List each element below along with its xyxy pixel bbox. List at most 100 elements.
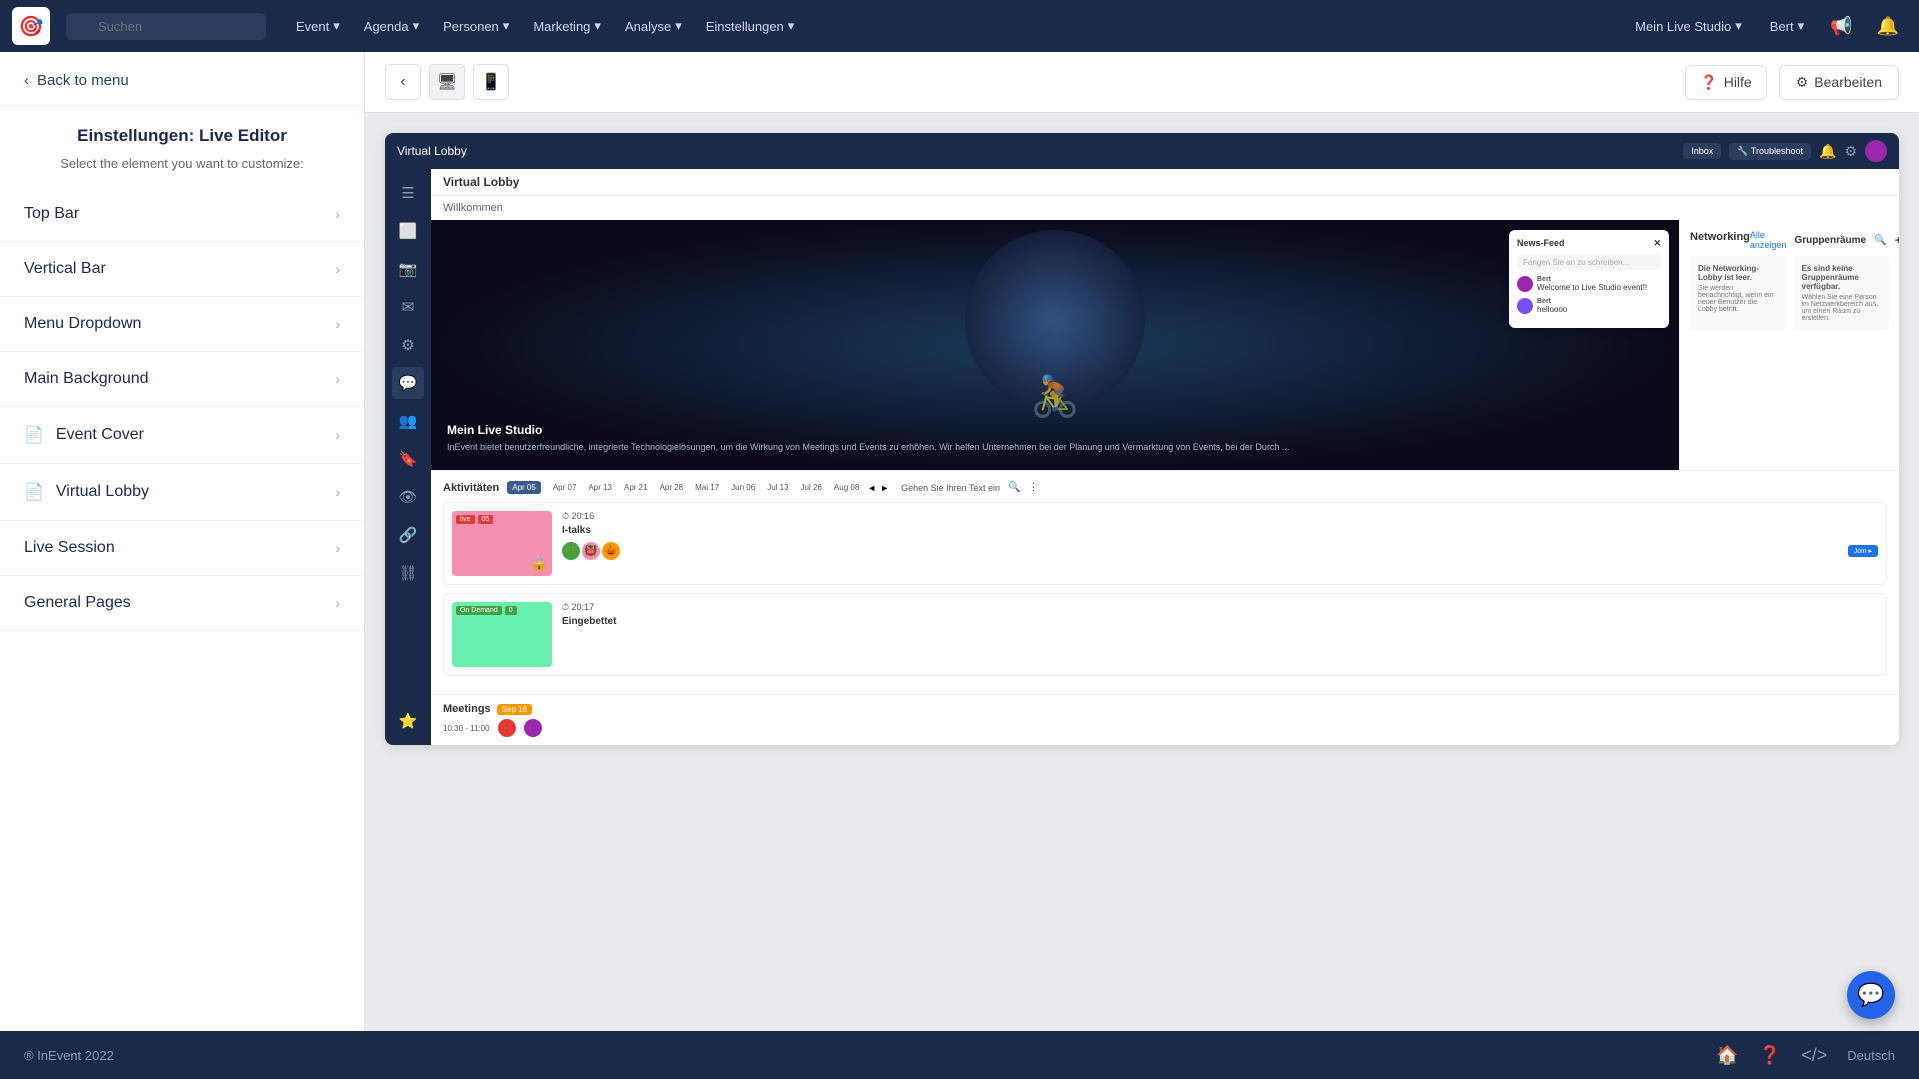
date-tab-jun06[interactable]: Jun 06 bbox=[727, 481, 759, 494]
date-tab-mai17[interactable]: Mai 17 bbox=[691, 481, 723, 494]
search-input[interactable] bbox=[66, 13, 266, 40]
frame-event-desc: InEvent bietet benutzerfreundliche, inte… bbox=[447, 441, 1663, 454]
troubleshoot-btn[interactable]: 🔧 Troubleshoot bbox=[1729, 143, 1811, 160]
home-icon[interactable]: 🏠 bbox=[1716, 1045, 1738, 1066]
sidebar-item-live-session[interactable]: Live Session › bbox=[0, 521, 364, 576]
silhouette-icon: 🚴 bbox=[1030, 373, 1080, 420]
question-icon[interactable]: ❓ bbox=[1759, 1045, 1781, 1066]
main-background-label: Main Background bbox=[24, 370, 149, 388]
frame-star-icon[interactable]: ⭐ bbox=[392, 705, 424, 737]
nav-item-studio[interactable]: Mein Live Studio ▾ bbox=[1625, 12, 1752, 40]
date-tab-apr07[interactable]: Apr 07 bbox=[549, 481, 581, 494]
inbox-btn[interactable]: Inbox bbox=[1683, 143, 1721, 159]
activity-time-1: ⏱ 20:16 bbox=[562, 511, 1878, 522]
nav-item-einstellungen[interactable]: Einstellungen ▾ bbox=[696, 12, 805, 40]
search-wrapper: 🔍 bbox=[66, 13, 266, 40]
chevron-down-icon: ▾ bbox=[1735, 18, 1742, 34]
newsfeed-close-icon[interactable]: ✕ bbox=[1653, 238, 1661, 249]
bottom-bar: ® InEvent 2022 🏠 ❓ </> Deutsch bbox=[0, 1031, 1919, 1079]
chevron-right-icon: › bbox=[335, 540, 340, 556]
newsfeed-title: News-Feed bbox=[1517, 238, 1565, 249]
document-icon: 📄 bbox=[24, 482, 44, 502]
filter-icon[interactable]: ⋮ bbox=[1028, 482, 1038, 493]
back-to-menu-button[interactable]: ‹ Back to menu bbox=[0, 52, 364, 106]
nav-item-analyse[interactable]: Analyse ▾ bbox=[615, 12, 692, 40]
menu-dropdown-label: Menu Dropdown bbox=[24, 315, 141, 333]
frame-bell-icon[interactable]: 🔔 bbox=[1819, 143, 1836, 160]
mobile-view-button[interactable]: 📱 bbox=[473, 64, 509, 100]
preview-frame: Virtual Lobby Inbox 🔧 Troubleshoot 🔔 ⚙ ☰ bbox=[385, 133, 1899, 745]
meetings-title: Meetings bbox=[443, 703, 491, 715]
frame-gear-icon[interactable]: ⚙ bbox=[1844, 143, 1857, 160]
meeting-slot: 10:30 - 11:00 bbox=[443, 719, 1887, 737]
frame-menu-icon[interactable]: ☰ bbox=[392, 177, 424, 209]
sidebar-item-virtual-lobby[interactable]: 📄 Virtual Lobby › bbox=[0, 464, 364, 521]
frame-camera-icon[interactable]: 📷 bbox=[392, 253, 424, 285]
newsfeed-message-1: Bert Welcome to Live Studio event!! bbox=[1517, 276, 1661, 292]
help-icon: ❓ bbox=[1700, 74, 1717, 91]
live-session-label: Live Session bbox=[24, 539, 115, 557]
search-icon[interactable]: 🔍 bbox=[1874, 235, 1886, 246]
join-btn[interactable]: Join ▸ bbox=[1848, 545, 1878, 557]
scroll-right-icon[interactable]: ► bbox=[880, 483, 889, 493]
networking-title: Networking bbox=[1690, 231, 1750, 243]
frame-eye-icon[interactable]: 👁 bbox=[392, 481, 424, 513]
lock-icon: 🔒 bbox=[531, 555, 548, 572]
chat-bubble-button[interactable]: 💬 bbox=[1847, 971, 1895, 1019]
back-button[interactable]: ‹ bbox=[385, 64, 421, 100]
frame-topbar-title: Virtual Lobby bbox=[397, 144, 467, 158]
vertical-bar-label: Vertical Bar bbox=[24, 260, 106, 278]
nav-item-event[interactable]: Event ▾ bbox=[286, 12, 350, 40]
date-tab-apr13[interactable]: Apr 13 bbox=[584, 481, 616, 494]
sidebar-item-event-cover[interactable]: 📄 Event Cover › bbox=[0, 407, 364, 464]
add-icon[interactable]: + bbox=[1895, 233, 1899, 247]
edit-button[interactable]: ⚙ Bearbeiten bbox=[1779, 65, 1899, 100]
nav-item-marketing[interactable]: Marketing ▾ bbox=[523, 12, 611, 40]
code-icon[interactable]: </> bbox=[1801, 1045, 1827, 1066]
activity-date-badge[interactable]: Apr 05 bbox=[507, 481, 541, 494]
sidebar-item-menu-dropdown[interactable]: Menu Dropdown › bbox=[0, 297, 364, 352]
sidebar-title: Einstellungen: Live Editor bbox=[0, 106, 364, 152]
sidebar: ‹ Back to menu Einstellungen: Live Edito… bbox=[0, 52, 365, 1031]
chevron-right-icon: › bbox=[335, 261, 340, 277]
megaphone-icon[interactable]: 📢 bbox=[1822, 12, 1860, 41]
sidebar-item-general-pages[interactable]: General Pages › bbox=[0, 576, 364, 631]
frame-right-panel: Networking Alle anzeigen Gruppenräume 🔍 … bbox=[1679, 220, 1899, 470]
bell-icon[interactable]: 🔔 bbox=[1869, 12, 1907, 41]
frame-chat-icon[interactable]: 💬 bbox=[392, 367, 424, 399]
tag-live: live bbox=[456, 515, 475, 524]
desktop-view-button[interactable]: 🖥 bbox=[429, 64, 465, 100]
frame-settings-icon[interactable]: ⚙ bbox=[392, 329, 424, 361]
goto-text[interactable]: Gehen Sie Ihren Text ein bbox=[901, 483, 1000, 493]
frame-link2-icon[interactable]: ⛓ bbox=[392, 557, 424, 589]
frame-split: 🚴 Mein Live Studio InEvent bietet benutz… bbox=[431, 220, 1899, 470]
date-tab-apr21[interactable]: Apr 21 bbox=[620, 481, 652, 494]
help-button[interactable]: ❓ Hilfe bbox=[1685, 65, 1766, 100]
frame-mail-icon[interactable]: ✉ bbox=[392, 291, 424, 323]
date-tab-jul13[interactable]: Jul 13 bbox=[763, 481, 792, 494]
date-tab-aug08[interactable]: Aug 08 bbox=[830, 481, 863, 494]
meetings-date-badge[interactable]: Sep 16 bbox=[497, 704, 532, 715]
nav-item-user[interactable]: Bert ▾ bbox=[1760, 12, 1814, 40]
nav-item-personen[interactable]: Personen ▾ bbox=[433, 12, 519, 40]
virtual-lobby-label: Virtual Lobby bbox=[56, 483, 149, 501]
chevron-down-icon: ▾ bbox=[594, 18, 601, 34]
networking-link[interactable]: Alle anzeigen bbox=[1750, 230, 1787, 250]
activity-card-1: live 05 🔒 ⏱ 20:16 I-talks bbox=[443, 502, 1887, 585]
frame-layout-icon[interactable]: ⬜ bbox=[392, 215, 424, 247]
frame-link-icon[interactable]: 🔗 bbox=[392, 519, 424, 551]
sidebar-item-main-background[interactable]: Main Background › bbox=[0, 352, 364, 407]
date-tab-apr28[interactable]: Apr 28 bbox=[656, 481, 688, 494]
frame-people-icon[interactable]: 👥 bbox=[392, 405, 424, 437]
nav-item-agenda[interactable]: Agenda ▾ bbox=[354, 12, 429, 40]
search-activities-icon[interactable]: 🔍 bbox=[1008, 482, 1020, 493]
language-selector[interactable]: Deutsch bbox=[1847, 1048, 1895, 1063]
newsfeed-search[interactable]: Fangen Sie an zu schreiben... bbox=[1517, 255, 1661, 270]
sidebar-item-vertical-bar[interactable]: Vertical Bar › bbox=[0, 242, 364, 297]
chevron-down-icon: ▾ bbox=[675, 18, 682, 34]
frame-bookmark-icon[interactable]: 🔖 bbox=[392, 443, 424, 475]
sidebar-item-top-bar[interactable]: Top Bar › bbox=[0, 187, 364, 242]
preview-content: Virtual Lobby Inbox 🔧 Troubleshoot 🔔 ⚙ ☰ bbox=[365, 113, 1919, 1031]
scroll-left-icon[interactable]: ◄ bbox=[867, 483, 876, 493]
date-tab-jul26[interactable]: Jul 26 bbox=[797, 481, 826, 494]
